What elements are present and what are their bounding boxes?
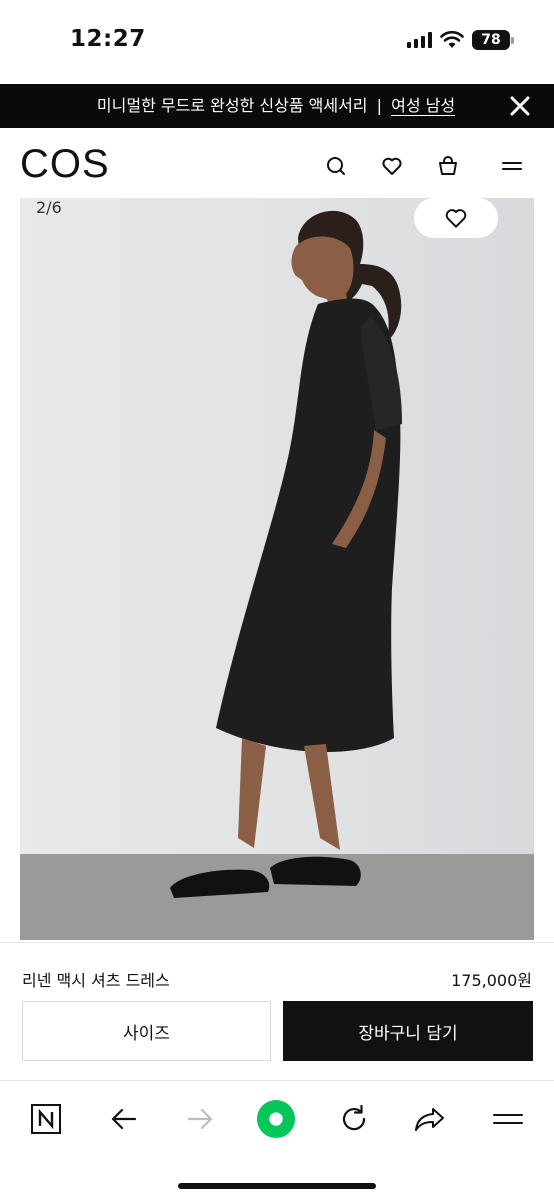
status-icons: 78 xyxy=(407,30,514,50)
product-name: 리넨 맥시 셔츠 드레스 xyxy=(22,971,170,990)
close-icon[interactable] xyxy=(508,94,532,118)
promo-gender-link[interactable]: 여성 남성 xyxy=(391,96,455,115)
signal-icon xyxy=(407,32,432,48)
green-dot-home-icon[interactable] xyxy=(256,1099,296,1139)
browser-toolbar xyxy=(0,1080,554,1200)
gallery-counter: 2/6 xyxy=(36,198,62,217)
promo-message: 미니멀한 무드로 완성한 신상품 액세서리 xyxy=(96,96,368,115)
cos-logo[interactable]: COS xyxy=(20,142,110,187)
promo-separator: | xyxy=(376,96,382,115)
bag-icon[interactable] xyxy=(436,154,460,178)
forward-arrow-icon[interactable] xyxy=(180,1099,220,1139)
battery-icon: 78 xyxy=(472,30,514,50)
product-photo xyxy=(20,198,534,940)
size-button[interactable]: 사이즈 xyxy=(22,1001,271,1061)
status-bar: 12:27 78 xyxy=(0,0,554,84)
home-indicator xyxy=(178,1183,376,1189)
heart-icon xyxy=(445,209,467,228)
reload-icon[interactable] xyxy=(334,1099,374,1139)
promo-banner: 미니멀한 무드로 완성한 신상품 액세서리 | 여성 남성 xyxy=(0,84,554,128)
wifi-icon xyxy=(440,31,464,48)
product-price: 175,000원 xyxy=(451,971,532,990)
menu-lines-icon[interactable] xyxy=(488,1099,528,1139)
back-arrow-icon[interactable] xyxy=(104,1099,144,1139)
heart-icon[interactable] xyxy=(380,154,404,178)
status-time: 12:27 xyxy=(70,26,146,52)
wishlist-button[interactable] xyxy=(414,198,498,238)
naver-n-icon[interactable] xyxy=(26,1099,66,1139)
menu-icon[interactable] xyxy=(500,154,524,178)
add-to-cart-button[interactable]: 장바구니 담기 xyxy=(283,1001,533,1061)
site-header: COS xyxy=(0,128,554,198)
search-icon[interactable] xyxy=(324,154,348,178)
promo-text-line: 미니멀한 무드로 완성한 신상품 액세서리 | 여성 남성 xyxy=(0,84,514,128)
product-image[interactable]: 2/6 xyxy=(20,198,534,940)
product-info-panel: 리넨 맥시 셔츠 드레스 175,000원 사이즈 장바구니 담기 xyxy=(0,942,554,1080)
share-icon[interactable] xyxy=(410,1099,450,1139)
